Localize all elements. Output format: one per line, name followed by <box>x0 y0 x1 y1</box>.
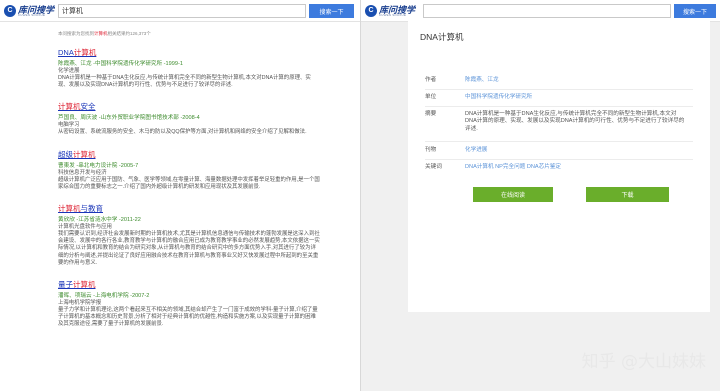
result-meta[interactable]: 潘晖、项瑞云 -上海电机学院 -2007-2 <box>58 292 320 300</box>
result-title-link[interactable]: DNA计算机 <box>58 48 96 57</box>
journal-label: 刊物 <box>425 147 437 153</box>
result-item: 量子计算机 潘晖、项瑞云 -上海电机学院 -2007-2 上海电机学院学报 量子… <box>58 274 320 329</box>
result-abstract: 我们需要认识到,经济社会发展新时期的计算机技术,尤其是计算机信息通信与传输技术的… <box>58 231 320 266</box>
search-button[interactable]: 搜索一下 <box>309 4 354 18</box>
keyword-highlight: 计算机 <box>73 48 97 57</box>
site-logo[interactable]: C 库问搜学 KUWEN SOUXUE <box>365 4 417 19</box>
abstract-text: DNA计算机是一种基于DNA生化反应,与传统计算机完全不同的新型生物计算机,本文… <box>465 111 685 132</box>
result-source: 上海电机学院学报 <box>58 300 102 307</box>
keywords-label: 关键词 <box>425 164 442 170</box>
keyword-highlight: 计算机 <box>73 280 96 290</box>
row-divider <box>425 89 693 90</box>
result-title-link[interactable]: 量子计算机 <box>58 280 96 289</box>
result-source: 化学进展 <box>58 68 80 74</box>
result-abstract: 从密码设置、系统流服务的安全、木马的防以及QQ保护等方面,对计算机和网络的安全介… <box>58 129 307 136</box>
results-list: DNA计算机 陈霞燕、江龙 -中国科学院遗传化学研究所 -1999-1 化学进展… <box>58 42 320 336</box>
result-title-link[interactable]: 计算机安全 <box>58 102 96 111</box>
left-header: C 库问搜学 KUWEN SOUXUE 搜索一下 <box>0 0 360 22</box>
keyword-highlight: 计算机 <box>73 149 96 159</box>
result-item: 计算机安全 芦国良、周庆波 -山东外贸职业学院图书馆技术部 -2008-4 电脑… <box>58 96 320 136</box>
authors-label: 作者 <box>425 77 437 83</box>
search-input[interactable] <box>58 4 306 18</box>
result-item: 超级计算机 曹東发 -串北电力设计院 -2005-7 科技信息开发与经济 超级计… <box>58 144 320 191</box>
logo-subtext: KUWEN SOUXUE <box>379 13 407 17</box>
result-item: 计算机与教育 黄欣欣 -江苏省涟水中学 -2011-22 计算机光盘软件与应用 … <box>58 198 320 267</box>
detail-pane: C 库问搜学 KUWEN SOUXUE 搜索一下 DNA计算机 作者 陈霞燕、江… <box>361 0 720 391</box>
result-title-link[interactable]: 超级计算机 <box>58 150 96 159</box>
watermark-handle: @大山妹妹 <box>621 352 706 372</box>
result-meta[interactable]: 黄欣欣 -江苏省涟水中学 -2011-22 <box>58 216 320 224</box>
search-results-pane: C 库问搜学 KUWEN SOUXUE 搜索一下 本问搜索为您找到计算机相关结果… <box>0 0 360 391</box>
logo-subtext: KUWEN SOUXUE <box>18 13 46 17</box>
site-logo[interactable]: C 库问搜学 KUWEN SOUXUE <box>4 4 56 19</box>
keyword-highlight: 计算机 <box>58 102 81 112</box>
result-title-link[interactable]: 计算机与教育 <box>58 204 103 213</box>
authors-link[interactable]: 陈霞燕、江龙 <box>465 77 687 84</box>
article-detail-card: DNA计算机 作者 陈霞燕、江龙 单位 中国科学院遗传化学研究所 摘要 DNA计… <box>408 20 710 312</box>
read-online-button[interactable]: 在线阅读 <box>473 187 553 202</box>
result-meta[interactable]: 芦国良、周庆波 -山东外贸职业学院图书馆技术部 -2008-4 <box>58 114 320 122</box>
abstract-label: 摘要 <box>425 111 437 117</box>
keywords-links[interactable]: DNA计算机 NP完全问题 DNA芯片鉴定 <box>465 164 687 171</box>
right-header: C 库问搜学 KUWEN SOUXUE 搜索一下 <box>361 0 720 22</box>
watermark: 知乎 @大山妹妹 <box>582 347 706 372</box>
logo-icon: C <box>365 5 377 17</box>
download-button[interactable]: 下载 <box>586 187 669 202</box>
result-item: DNA计算机 陈霞燕、江龙 -中国科学院遗传化学研究所 -1999-1 化学进展… <box>58 42 320 89</box>
watermark-brand: 知乎 <box>581 352 616 372</box>
row-divider <box>425 141 693 142</box>
result-abstract: DNA计算机是一种基于DNA生化反应,与传统计算机完全不同的新型生物计算机,本文… <box>58 75 311 89</box>
result-source: 计算机光盘软件与应用 <box>58 224 112 231</box>
search-input[interactable] <box>423 4 671 18</box>
result-abstract: 量子力学和计算机理论,这两个看起来互不相关的领域,其结合却产生了一门富于成效的学… <box>58 307 318 328</box>
unit-link[interactable]: 中国科学院遗传化学研究所 <box>465 94 687 101</box>
result-source: 科技信息开发与经济 <box>58 169 107 176</box>
row-divider <box>425 106 693 107</box>
article-title: DNA计算机 <box>420 32 464 42</box>
result-meta[interactable]: 曹東发 -串北电力设计院 -2005-7 <box>58 162 320 170</box>
result-count: 本问搜索为您找到计算机相关结果约126,373个 <box>58 31 151 36</box>
result-meta[interactable]: 陈霞燕、江龙 -中国科学院遗传化学研究所 -1999-1 <box>58 60 320 68</box>
row-divider <box>425 159 693 160</box>
result-abstract: 超级计算机广泛应用于国防、气象、医学等领域,在零量计算、海量数据处理中发挥着举足… <box>58 176 320 190</box>
unit-label: 单位 <box>425 94 437 100</box>
journal-link[interactable]: 化学进展 <box>465 147 687 154</box>
logo-icon: C <box>4 5 16 17</box>
search-button[interactable]: 搜索一下 <box>674 4 716 18</box>
keyword-highlight: 计算机 <box>58 204 81 214</box>
